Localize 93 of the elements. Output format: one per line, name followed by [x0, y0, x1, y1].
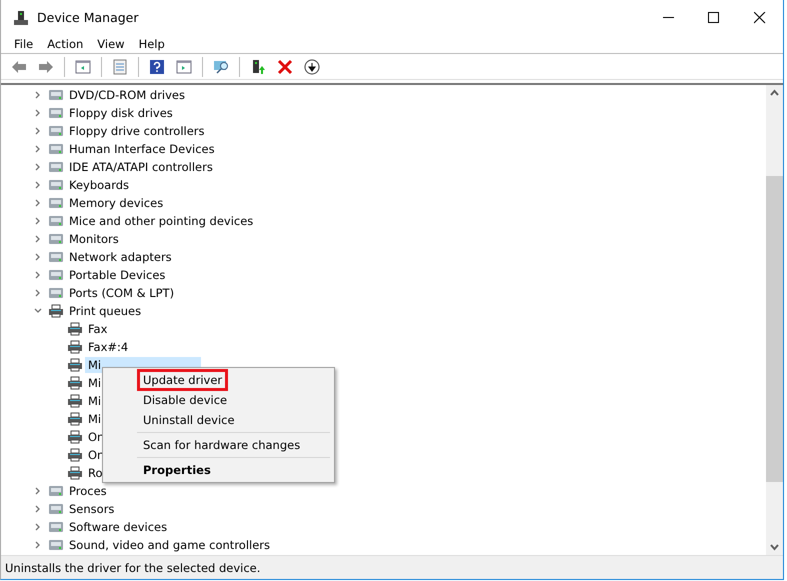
tree-item[interactable]: Software devices	[66, 519, 170, 535]
minimize-icon	[662, 17, 674, 18]
menu-item[interactable]: File	[7, 35, 40, 53]
tree-item[interactable]: Fax#:4	[85, 339, 132, 355]
menu-item[interactable]: View	[90, 35, 132, 53]
menu-item[interactable]: Help	[132, 35, 172, 53]
chevron-right-icon[interactable]	[34, 541, 42, 549]
tree-item[interactable]: Monitors	[66, 231, 122, 247]
printer-icon	[67, 339, 83, 355]
printer-icon	[67, 465, 83, 481]
device-icon	[48, 141, 64, 157]
chevron-right-icon[interactable]	[34, 235, 42, 243]
chevron-right-icon[interactable]	[34, 253, 42, 261]
chevron-right-icon[interactable]	[34, 109, 42, 117]
device-up-arrow-icon	[250, 58, 266, 74]
chevron-down-icon[interactable]	[34, 307, 42, 315]
printer-icon	[67, 393, 83, 409]
tree-item[interactable]: Keyboards	[66, 177, 132, 193]
printer-icon	[67, 321, 83, 337]
tree-item[interactable]: Floppy drive controllers	[66, 123, 208, 139]
device-icon	[48, 483, 64, 499]
window-icon	[75, 58, 91, 74]
printer-icon	[67, 411, 83, 427]
app-icon	[13, 10, 29, 26]
device-icon	[48, 267, 64, 283]
menu-item[interactable]: Disable device	[137, 389, 234, 411]
tree-item[interactable]: Portable Devices	[66, 267, 168, 283]
tree-item[interactable]: Mi	[85, 393, 104, 409]
back-arrow-icon	[11, 58, 27, 74]
tree-item[interactable]: DVD/CD-ROM drives	[66, 87, 188, 103]
device-icon	[48, 537, 64, 553]
tree-item[interactable]: Mi	[85, 375, 104, 391]
forward-arrow-icon	[38, 58, 54, 74]
window-title: Device Manager	[37, 10, 140, 25]
tree-item[interactable]: Ro	[85, 465, 106, 481]
window-icon	[176, 58, 192, 74]
help-icon	[149, 58, 165, 74]
chevron-right-icon[interactable]	[34, 217, 42, 225]
device-icon	[48, 501, 64, 517]
device-icon	[48, 231, 64, 247]
tree-item[interactable]: Floppy disk drives	[66, 105, 176, 121]
close-icon	[754, 12, 766, 24]
tree-item[interactable]: IDE ATA/ATAPI controllers	[66, 159, 216, 175]
device-icon	[48, 249, 64, 265]
monitor-magnifier-icon	[213, 58, 229, 74]
device-icon	[48, 159, 64, 175]
tree-item[interactable]: Memory devices	[66, 195, 166, 211]
tree-item[interactable]: Mi	[85, 411, 104, 427]
device-icon	[48, 177, 64, 193]
chevron-right-icon[interactable]	[34, 91, 42, 99]
device-icon	[48, 105, 64, 121]
tree-item[interactable]: Sensors	[66, 501, 118, 517]
tree-item[interactable]: Ports (COM & LPT)	[66, 285, 178, 301]
chevron-right-icon[interactable]	[34, 127, 42, 135]
tree-item[interactable]: Sound, video and game controllers	[66, 537, 274, 553]
menu-item[interactable]: Scan for hardware changes	[137, 434, 306, 456]
tree-item[interactable]: Fax	[85, 321, 110, 337]
chevron-right-icon[interactable]	[34, 523, 42, 531]
printer-icon	[67, 447, 83, 463]
chevron-right-icon[interactable]	[34, 487, 42, 495]
device-icon	[48, 213, 64, 229]
chevron-right-icon[interactable]	[34, 145, 42, 153]
chevron-right-icon[interactable]	[34, 181, 42, 189]
printer-icon	[67, 429, 83, 445]
chevron-right-icon[interactable]	[34, 289, 42, 297]
tree-item[interactable]: Network adapters	[66, 249, 175, 265]
maximize-icon	[708, 12, 720, 24]
chevron-right-icon[interactable]	[34, 163, 42, 171]
menu-item[interactable]: Uninstall device	[137, 409, 241, 431]
menu-item[interactable]: Update driver	[137, 369, 228, 391]
down-arrow-circle-icon	[304, 58, 320, 74]
chevron-right-icon[interactable]	[34, 199, 42, 207]
device-icon	[48, 285, 64, 301]
tree-item[interactable]: Print queues	[66, 303, 144, 319]
tree-item[interactable]: Mice and other pointing devices	[66, 213, 256, 229]
device-icon	[48, 87, 64, 103]
delete-x-icon	[277, 58, 293, 74]
tree-item[interactable]: Proces	[66, 483, 110, 499]
tree-item[interactable]: Human Interface Devices	[66, 141, 218, 157]
printer-icon	[67, 375, 83, 391]
chevron-right-icon[interactable]	[34, 505, 42, 513]
status-text: Uninstalls the driver for the selected device.	[5, 560, 260, 574]
properties-icon	[112, 58, 128, 74]
device-icon	[48, 123, 64, 139]
device-icon	[48, 195, 64, 211]
device-icon	[48, 519, 64, 535]
printer-icon	[48, 303, 64, 319]
printer-icon	[67, 357, 83, 373]
menu-item[interactable]: Properties	[137, 459, 217, 481]
menu-item[interactable]: Action	[40, 35, 90, 53]
scrollbar[interactable]	[766, 85, 783, 555]
chevron-right-icon[interactable]	[34, 271, 42, 279]
scrollbar-thumb[interactable]	[766, 176, 783, 482]
